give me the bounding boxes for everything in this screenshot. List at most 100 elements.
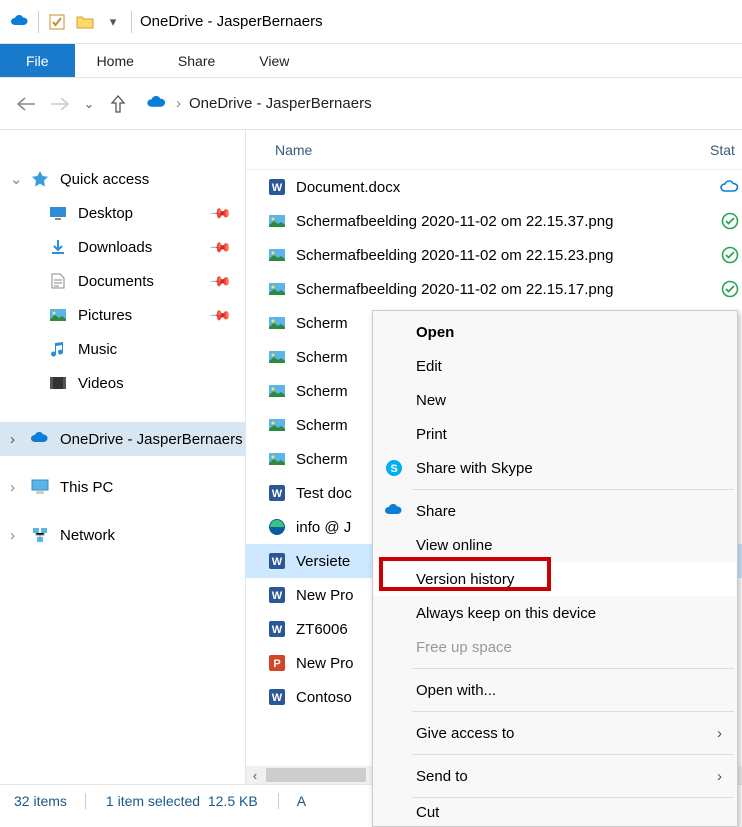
file-row[interactable]: Schermafbeelding 2020-11-02 om 22.15.23.…	[246, 238, 742, 272]
qat-folder-icon[interactable]	[75, 12, 95, 32]
pin-icon: 📌	[208, 201, 232, 225]
recent-dropdown[interactable]: ⌄	[82, 92, 96, 116]
chevron-right-icon: ›	[717, 725, 722, 742]
context-menu: Open Edit New Print S Share with Skype S…	[372, 310, 738, 827]
menu-view-online[interactable]: View online	[374, 528, 736, 562]
column-headers: Name Stat	[246, 130, 742, 170]
pin-icon: 📌	[208, 303, 232, 327]
word-icon: W	[268, 178, 286, 196]
scroll-left-button[interactable]: ‹	[246, 766, 264, 784]
column-status[interactable]: Stat	[710, 142, 742, 158]
nav-downloads[interactable]: Downloads 📌	[0, 230, 245, 264]
chevron-icon: ›	[10, 479, 15, 496]
pin-icon: 📌	[208, 235, 232, 259]
file-row[interactable]: Schermafbeelding 2020-11-02 om 22.15.17.…	[246, 272, 742, 306]
tab-share[interactable]: Share	[156, 44, 237, 77]
qat-properties-icon[interactable]	[47, 12, 67, 32]
network-icon	[30, 526, 50, 544]
item-count: 32 items	[14, 793, 86, 809]
file-row[interactable]: Schermafbeelding 2020-11-02 om 22.15.37.…	[246, 204, 742, 238]
tab-file[interactable]: File	[0, 44, 75, 77]
document-icon	[48, 272, 68, 290]
file-name: Document.docx	[296, 179, 708, 196]
ribbon-tabs: File Home Share View	[0, 44, 742, 78]
tab-home[interactable]: Home	[75, 44, 156, 77]
music-icon	[48, 340, 68, 358]
file-name: Schermafbeelding 2020-11-02 om 22.15.17.…	[296, 281, 708, 298]
svg-text:S: S	[390, 463, 397, 475]
scrollbar-thumb[interactable]	[266, 768, 366, 782]
image-icon	[268, 348, 286, 366]
menu-version-history[interactable]: Version history	[374, 562, 736, 596]
onedrive-icon	[10, 12, 30, 32]
image-icon	[268, 416, 286, 434]
up-button[interactable]	[106, 92, 130, 116]
breadcrumb[interactable]: › OneDrive - JasperBernaers	[146, 95, 372, 112]
star-icon	[30, 170, 50, 188]
edge-icon	[268, 518, 286, 536]
forward-button[interactable]	[48, 92, 72, 116]
menu-always-keep[interactable]: Always keep on this device	[374, 596, 736, 630]
column-name[interactable]: Name	[246, 142, 710, 158]
svg-text:W: W	[272, 624, 283, 636]
svg-text:W: W	[272, 590, 283, 602]
chevron-icon: ⌄	[10, 170, 23, 188]
image-icon	[268, 382, 286, 400]
menu-share-skype[interactable]: S Share with Skype	[374, 451, 736, 485]
menu-give-access[interactable]: Give access to ›	[374, 716, 736, 750]
nav-this-pc[interactable]: › This PC	[0, 470, 245, 504]
word-icon: W	[268, 688, 286, 706]
nav-network[interactable]: › Network	[0, 518, 245, 552]
ppt-icon: P	[268, 654, 286, 672]
pc-icon	[30, 478, 50, 496]
qat-dropdown-icon[interactable]: ▾	[103, 12, 123, 32]
breadcrumb-location[interactable]: OneDrive - JasperBernaers	[189, 95, 372, 112]
nav-videos[interactable]: Videos	[0, 366, 245, 400]
onedrive-icon	[384, 501, 404, 521]
pictures-icon	[48, 306, 68, 324]
menu-open[interactable]: Open	[374, 315, 736, 349]
word-icon: W	[268, 586, 286, 604]
svg-text:W: W	[272, 556, 283, 568]
tab-view[interactable]: View	[237, 44, 311, 77]
nav-documents[interactable]: Documents 📌	[0, 264, 245, 298]
chevron-icon: ›	[10, 527, 15, 544]
status-icon	[718, 180, 742, 194]
image-icon	[268, 212, 286, 230]
onedrive-icon	[146, 96, 168, 111]
menu-open-with[interactable]: Open with...	[374, 673, 736, 707]
svg-text:W: W	[272, 488, 283, 500]
nav-desktop[interactable]: Desktop 📌	[0, 196, 245, 230]
availability: A	[278, 793, 306, 809]
menu-send-to[interactable]: Send to ›	[374, 759, 736, 793]
menu-edit[interactable]: Edit	[374, 349, 736, 383]
image-icon	[268, 314, 286, 332]
nav-pictures[interactable]: Pictures 📌	[0, 298, 245, 332]
word-icon: W	[268, 620, 286, 638]
image-icon	[268, 280, 286, 298]
menu-new[interactable]: New	[374, 383, 736, 417]
nav-music[interactable]: Music	[0, 332, 245, 366]
status-icon	[718, 246, 742, 264]
menu-cut[interactable]: Cut	[374, 802, 736, 822]
file-row[interactable]: W Document.docx	[246, 170, 742, 204]
pin-icon: 📌	[208, 269, 232, 293]
quick-access-header[interactable]: ⌄ Quick access	[0, 162, 245, 196]
download-icon	[48, 238, 68, 256]
file-name: Schermafbeelding 2020-11-02 om 22.15.23.…	[296, 247, 708, 264]
window-title: OneDrive - JasperBernaers	[140, 13, 323, 30]
svg-text:W: W	[272, 182, 283, 194]
word-icon: W	[268, 552, 286, 570]
chevron-right-icon: ›	[717, 768, 722, 785]
menu-free-up[interactable]: Free up space	[374, 630, 736, 664]
back-button[interactable]	[14, 92, 38, 116]
image-icon	[268, 246, 286, 264]
onedrive-icon	[30, 430, 50, 448]
svg-text:W: W	[272, 692, 283, 704]
nav-onedrive[interactable]: › OneDrive - JasperBernaers	[0, 422, 245, 456]
menu-print[interactable]: Print	[374, 417, 736, 451]
chevron-icon: ›	[10, 431, 15, 448]
file-name: Schermafbeelding 2020-11-02 om 22.15.37.…	[296, 213, 708, 230]
menu-share[interactable]: Share	[374, 494, 736, 528]
videos-icon	[48, 374, 68, 392]
